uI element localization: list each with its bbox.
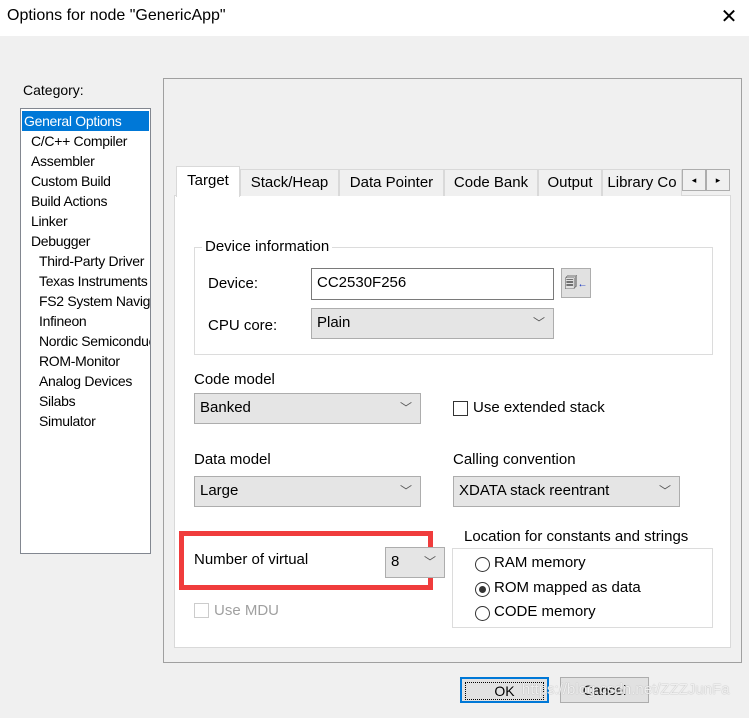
device-label: Device: [208, 275, 259, 292]
chevron-down-icon: ﹀ [532, 316, 545, 330]
category-item[interactable]: Assembler [31, 151, 95, 171]
extended-stack-label: Use extended stack [473, 399, 605, 416]
category-list[interactable]: General Options C/C++ Compiler Assembler Cu… [20, 108, 151, 554]
chevron-down-icon: ﹀ [399, 484, 412, 498]
virtual-registers-select[interactable]: 8 ﹀ [385, 547, 445, 578]
category-item[interactable]: Nordic Semiconductor [39, 331, 150, 351]
location-option-label: ROM mapped as data [494, 578, 641, 596]
category-item[interactable]: ROM-Monitor [39, 351, 120, 371]
tab-data-pointer[interactable]: Data Pointer [339, 169, 444, 196]
category-item[interactable]: C/C++ Compiler [31, 131, 127, 151]
category-item[interactable]: General Options [22, 111, 149, 131]
virtual-registers-label: Number of virtual [194, 551, 309, 568]
location-radio[interactable] [475, 557, 490, 572]
tab-output[interactable]: Output [538, 169, 602, 196]
calling-convention-select[interactable]: XDATA stack reentrant ﹀ [453, 476, 680, 507]
cpu-core-select[interactable]: Plain ﹀ [311, 308, 554, 339]
tab-target[interactable]: Target [176, 166, 240, 197]
location-option-label: CODE memory [494, 603, 596, 620]
tab-code-bank[interactable]: Code Bank [444, 169, 538, 196]
cpu-core-label: CPU core: [208, 317, 278, 334]
code-model-label: Code model [194, 371, 275, 388]
use-mdu-checkbox[interactable] [194, 603, 209, 618]
category-item[interactable]: Silabs [39, 391, 76, 411]
chevron-down-icon: ﹀ [423, 555, 436, 569]
category-item[interactable]: Build Actions [31, 191, 108, 211]
category-item[interactable]: Simulator [39, 411, 96, 431]
radio-dot [479, 585, 486, 593]
location-radio[interactable] [475, 606, 490, 621]
category-item[interactable]: Infineon [39, 311, 87, 331]
category-item[interactable]: Analog Devices [39, 371, 132, 391]
virtual-registers-value: 8 [391, 553, 400, 570]
category-item[interactable]: Debugger [31, 231, 90, 251]
location-radio[interactable] [475, 581, 490, 597]
chevron-down-icon: ﹀ [658, 484, 671, 498]
tab-scroll-left-button[interactable]: ◂ [682, 169, 706, 191]
watermark: https://blog.csdn.net/ZZZJunFa [522, 681, 730, 698]
category-item[interactable]: Custom Build [31, 171, 111, 191]
chevron-down-icon: ﹀ [399, 401, 412, 415]
code-model-value: Banked [200, 399, 251, 416]
location-legend: Location for constants and strings [461, 528, 692, 545]
category-label: Category: [23, 82, 84, 98]
tab-library-co[interactable]: Library Co [602, 169, 682, 196]
extended-stack-checkbox[interactable] [453, 401, 468, 416]
device-input[interactable]: CC2530F256 [311, 268, 554, 300]
location-option-label: RAM memory [494, 554, 586, 571]
device-info-legend: Device information [202, 238, 333, 255]
window-title: Options for node "GenericApp" [7, 7, 226, 24]
calling-convention-label: Calling convention [453, 451, 576, 468]
device-select-icon: 🗐← [564, 275, 588, 290]
data-model-value: Large [200, 482, 239, 499]
select-device-button[interactable]: 🗐← [561, 268, 591, 298]
use-mdu-label: Use MDU [214, 602, 280, 619]
category-item[interactable]: Linker [31, 211, 68, 231]
data-model-select[interactable]: Large ﹀ [194, 476, 421, 507]
category-item[interactable]: Third-Party Driver [39, 251, 144, 271]
calling-convention-value: XDATA stack reentrant [459, 482, 610, 499]
tab-stack-heap[interactable]: Stack/Heap [240, 169, 339, 196]
close-icon[interactable]: ✕ [717, 4, 741, 30]
category-item[interactable]: FS2 System Navigator [39, 291, 150, 311]
cpu-core-value: Plain [317, 314, 351, 331]
tab-scroll-right-button[interactable]: ▸ [706, 169, 730, 191]
data-model-label: Data model [194, 451, 271, 468]
code-model-select[interactable]: Banked ﹀ [194, 393, 421, 424]
category-item[interactable]: Texas Instruments [39, 271, 148, 291]
